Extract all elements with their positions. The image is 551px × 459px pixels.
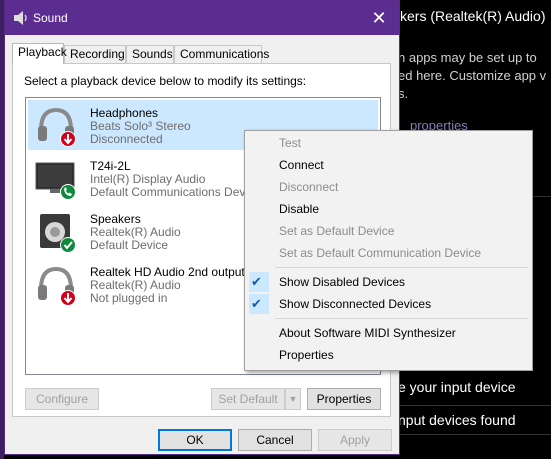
menu-item-label: Set as Default Device [279, 224, 395, 238]
menu-item-properties[interactable]: Properties [245, 344, 530, 366]
background-divider [390, 405, 551, 406]
background-divider [390, 434, 551, 435]
set-default-dropdown[interactable]: ▼ [285, 388, 301, 410]
menu-item-label: About Software MIDI Synthesizer [279, 326, 456, 340]
menu-item-connect[interactable]: Connect [245, 154, 530, 176]
speaker-icon [14, 11, 27, 25]
background-no-input-text: nput devices found [398, 412, 516, 428]
instruction-text: Select a playback device below to modify… [24, 74, 307, 88]
background-text-line: n apps may be set up to [398, 50, 537, 65]
menu-item-set-default-communication-device[interactable]: Set as Default Communication Device [245, 242, 530, 264]
background-text-line: ed here. Customize app v [398, 68, 547, 83]
menu-item-show-disconnected-devices[interactable]: ✔ Show Disconnected Devices [245, 293, 530, 315]
cancel-button[interactable]: Cancel [238, 429, 312, 451]
set-default-button[interactable]: Set Default [211, 388, 285, 410]
menu-item-label: Properties [279, 348, 334, 362]
menu-separator [275, 267, 528, 268]
title-bar[interactable]: Sound ✕ [5, 1, 399, 35]
menu-item-label: Show Disabled Devices [279, 275, 406, 289]
menu-item-set-default-device[interactable]: Set as Default Device [245, 220, 530, 242]
close-button[interactable]: ✕ [359, 1, 399, 35]
menu-item-disable[interactable]: Disable [245, 198, 530, 220]
headphones-icon [38, 266, 76, 306]
device-name: Speakers [90, 212, 141, 226]
menu-item-disconnect[interactable]: Disconnect [245, 176, 530, 198]
device-status: Not plugged in [90, 291, 168, 305]
menu-item-about-midi-synth[interactable]: About Software MIDI Synthesizer [245, 322, 530, 344]
tab-recording[interactable]: Recording [64, 45, 126, 63]
apply-button[interactable]: Apply [318, 429, 392, 451]
menu-item-label: Disconnect [279, 180, 339, 194]
device-name: Realtek HD Audio 2nd output [90, 265, 245, 279]
menu-item-label: Set as Default Communication Device [279, 246, 482, 260]
menu-item-label: Test [279, 136, 302, 150]
checkmark-icon: ✔ [251, 274, 262, 289]
menu-separator [275, 318, 528, 319]
device-driver: Realtek(R) Audio [90, 225, 181, 239]
menu-item-label: Show Disconnected Devices [279, 297, 432, 311]
tab-communications[interactable]: Communications [174, 45, 269, 63]
background-input-device-text: e your input device [398, 379, 516, 395]
device-driver: Realtek(R) Audio [90, 278, 181, 292]
menu-item-label: Connect [279, 158, 324, 172]
speaker-icon [40, 214, 76, 253]
device-driver: Intel(R) Display Audio [90, 172, 206, 186]
device-status: Default Device [90, 238, 169, 252]
configure-button[interactable]: Configure [25, 388, 99, 410]
tab-sounds[interactable]: Sounds [126, 45, 174, 63]
menu-item-label: Disable [279, 202, 320, 216]
chevron-down-icon: ▼ [288, 394, 298, 404]
context-menu: Test Connect Disconnect Disable Set as D… [244, 130, 533, 371]
checkmark-icon: ✔ [251, 296, 262, 311]
device-name: Headphones [90, 106, 159, 120]
menu-item-show-disabled-devices[interactable]: ✔ Show Disabled Devices [245, 271, 530, 293]
device-name: T24i-2L [90, 159, 131, 173]
menu-item-test[interactable]: Test [245, 132, 530, 154]
headphones-icon [38, 107, 76, 147]
background-window-title: kers (Realtek(R) Audio) [400, 8, 546, 24]
monitor-icon [35, 162, 76, 200]
device-status: Disconnected [90, 132, 163, 146]
tab-playback[interactable]: Playback [12, 43, 67, 64]
ok-button[interactable]: OK [158, 429, 232, 451]
device-status: Default Communications Device [90, 185, 261, 199]
properties-button[interactable]: Properties [307, 388, 381, 410]
device-driver: Beats Solo³ Stereo [90, 119, 191, 133]
dialog-title: Sound [33, 11, 68, 25]
